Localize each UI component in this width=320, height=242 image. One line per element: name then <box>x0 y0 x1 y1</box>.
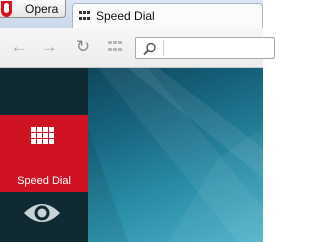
reload-icon[interactable]: ↻ <box>74 38 92 56</box>
eye-icon[interactable] <box>22 198 62 228</box>
address-bar[interactable] <box>135 37 275 59</box>
search-icon <box>143 42 156 56</box>
tab-title: Speed Dial <box>96 9 155 23</box>
speed-dial-icon <box>31 127 55 144</box>
tab-strip: Opera Speed Dial <box>0 0 263 29</box>
address-separator <box>163 40 164 56</box>
opera-logo-icon <box>1 1 12 17</box>
speed-dial-icon <box>79 11 91 21</box>
back-arrow-icon[interactable]: ← <box>10 38 28 56</box>
sidebar: Speed Dial <box>0 68 88 242</box>
opera-menu-button[interactable]: Opera <box>0 0 66 18</box>
opera-menu-label: Opera <box>25 2 59 16</box>
sidebar-item-label: Speed Dial <box>17 175 71 187</box>
speed-dial-icon[interactable] <box>108 41 122 53</box>
background-rays <box>88 68 263 242</box>
forward-arrow-icon[interactable]: → <box>40 38 58 56</box>
navigation-toolbar: ← → ↻ <box>0 28 275 68</box>
speed-dial-page: Speed Dial <box>0 68 263 242</box>
tab-speed-dial[interactable]: Speed Dial <box>72 3 263 29</box>
